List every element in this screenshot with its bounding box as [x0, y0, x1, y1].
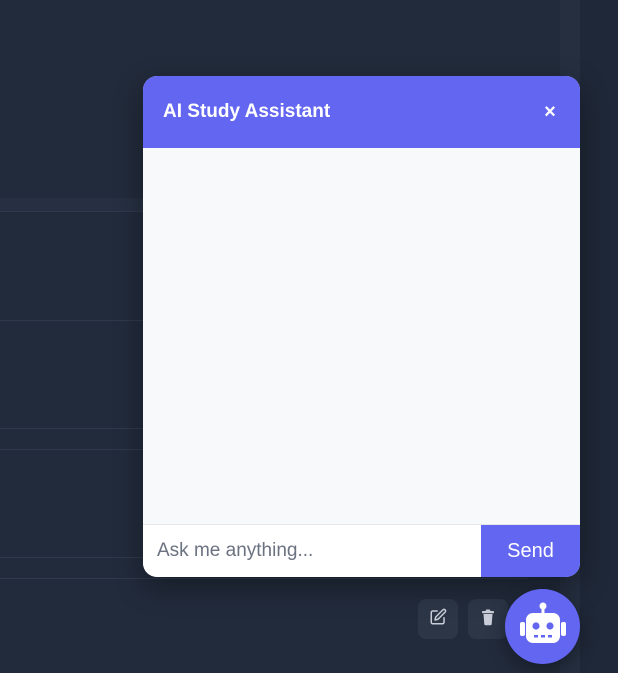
chat-input[interactable]: [143, 525, 481, 577]
edit-button[interactable]: [418, 599, 458, 639]
trash-icon: [479, 608, 497, 631]
chat-input-row: Send: [143, 524, 580, 577]
delete-button[interactable]: [468, 599, 508, 639]
background-edge: [580, 0, 618, 673]
send-button[interactable]: Send: [481, 525, 580, 577]
chat-window: AI Study Assistant × Send: [143, 76, 580, 577]
chat-message-area[interactable]: [143, 148, 580, 524]
close-icon[interactable]: ×: [540, 102, 560, 122]
edit-icon: [429, 608, 447, 631]
robot-icon: [517, 602, 569, 651]
chat-title: AI Study Assistant: [163, 101, 331, 122]
background-card-edge: [0, 578, 528, 579]
app-screen: AI Study Assistant × Send: [0, 0, 618, 673]
ai-assistant-fab[interactable]: [505, 589, 580, 664]
chat-header: AI Study Assistant ×: [143, 76, 580, 148]
